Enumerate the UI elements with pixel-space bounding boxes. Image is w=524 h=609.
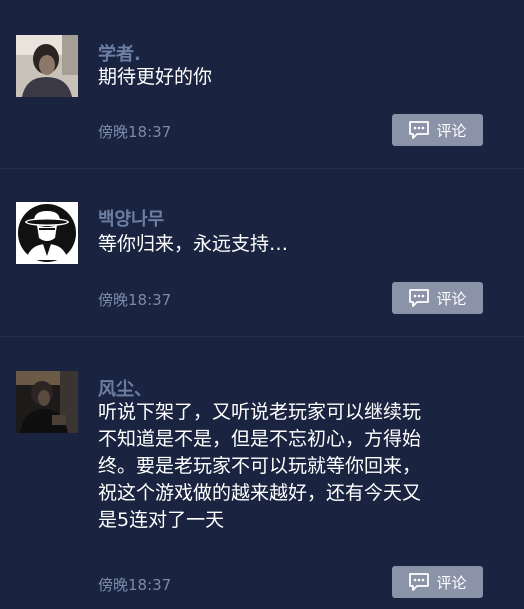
fedora-man-silhouette-icon: [16, 202, 78, 264]
comment-bubble-icon: [409, 573, 430, 591]
username[interactable]: 学者.: [98, 40, 141, 66]
comment-text: 等你归来，永远支持…: [98, 233, 289, 255]
reply-button[interactable]: 评论: [392, 566, 483, 598]
avatar[interactable]: [16, 371, 78, 433]
comment-bubble-icon: [409, 289, 430, 307]
timestamp: 傍晚18:37: [98, 123, 172, 141]
timestamp: 傍晚18:37: [98, 576, 172, 594]
comment-item: 백양나무 等你归来，永远支持… 傍晚18:37 评论: [0, 169, 524, 336]
comment-text-line: 听说下架了，又听说老玩家可以继续玩: [98, 401, 422, 423]
reply-button-label: 评论: [436, 289, 467, 308]
reply-button[interactable]: 评论: [392, 114, 483, 146]
timestamp: 傍晚18:37: [98, 291, 172, 309]
comment-text-line: 终。要是老玩家不可以玩就等你回来，: [98, 455, 422, 477]
comment-text: 听说下架了，又听说老玩家可以继续玩 不知道是不是，但是不忘初心，方得始 终。要是…: [98, 399, 498, 534]
comment-text-line: 是5连对了一天: [98, 509, 225, 531]
comment-text: 期待更好的你: [98, 66, 213, 88]
username[interactable]: 백양나무: [98, 205, 164, 231]
reply-button[interactable]: 评论: [392, 282, 483, 314]
comment-item: 风尘、 听说下架了，又听说老玩家可以继续玩 不知道是不是，但是不忘初心，方得始 …: [0, 337, 524, 609]
comment-text-line: 祝这个游戏做的越来越好，还有今天又: [98, 482, 422, 504]
comment-text-line: 不知道是不是，但是不忘初心，方得始: [98, 428, 422, 450]
comment-bubble-icon: [409, 121, 430, 139]
portrait-photo-icon: [16, 35, 78, 97]
avatar[interactable]: [16, 202, 78, 264]
comment-feed: 学者. 期待更好的你 傍晚18:37 评论 백양나무 等你归来，永远支持… 傍晚…: [0, 0, 524, 609]
reply-button-label: 评论: [436, 573, 467, 592]
username[interactable]: 风尘、: [98, 375, 152, 401]
reply-button-label: 评论: [436, 121, 467, 140]
dark-portrait-photo-icon: [16, 371, 78, 433]
avatar[interactable]: [16, 35, 78, 97]
comment-item: 学者. 期待更好的你 傍晚18:37 评论: [0, 0, 524, 168]
